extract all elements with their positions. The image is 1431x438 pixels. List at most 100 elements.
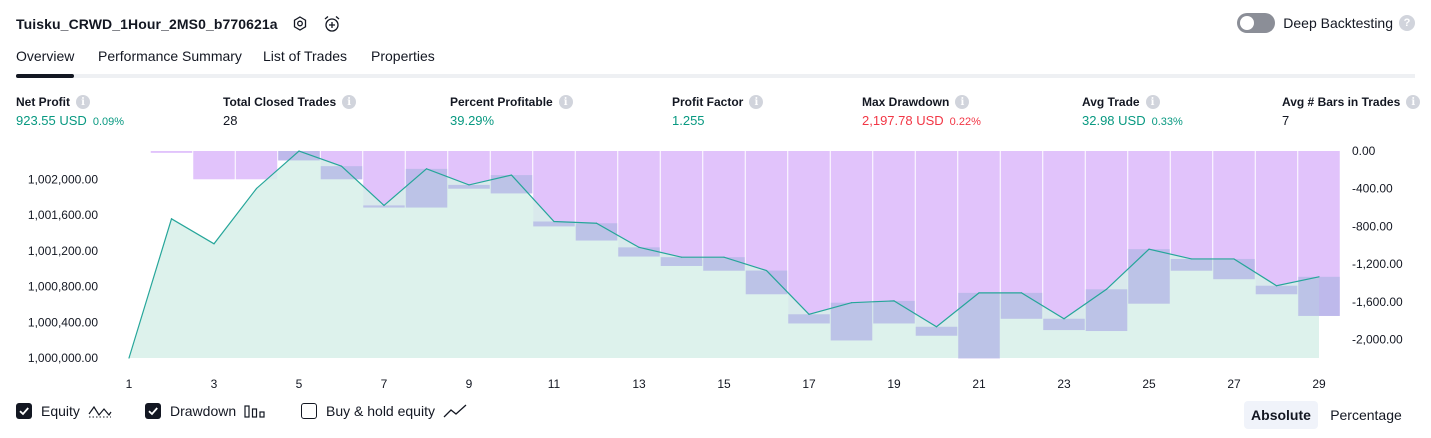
drawdown-overlap	[788, 314, 830, 324]
equity-point	[680, 256, 683, 258]
metric-value: 28	[223, 113, 238, 128]
drawdown-bar	[703, 151, 745, 271]
x-axis-tick: 1	[126, 377, 133, 391]
drawdown-overlap	[745, 270, 788, 295]
drawdown-bar	[788, 151, 830, 324]
equity-point	[1148, 248, 1150, 250]
tab-properties[interactable]: Properties	[371, 48, 435, 74]
drawdown-checkbox[interactable]	[145, 403, 161, 419]
tab-overview[interactable]: Overview	[16, 48, 75, 78]
buy-hold-checkbox[interactable]	[301, 403, 317, 419]
drawdown-overlap	[915, 326, 958, 336]
tab-bar: Overview Performance Summary List of Tra…	[16, 44, 1415, 78]
info-icon[interactable]: i	[955, 95, 970, 109]
drawdown-bar	[915, 151, 958, 336]
info-icon[interactable]: i	[1406, 95, 1421, 109]
equity-point	[978, 292, 980, 294]
equity-point	[128, 357, 130, 359]
equity-point	[255, 187, 258, 190]
equity-point	[1020, 292, 1023, 294]
equity-checkbox[interactable]	[16, 403, 32, 419]
equity-point	[298, 150, 300, 152]
x-axis-tick: 15	[717, 377, 731, 391]
equity-point	[468, 184, 470, 186]
metric-percent: 0.09%	[92, 116, 125, 128]
strategy-title: Tuisku_CRWD_1Hour_2MS0_b770621a	[16, 16, 278, 32]
legend-equity[interactable]: Equity	[16, 403, 112, 419]
x-axis-tick: 23	[1057, 377, 1071, 391]
drawdown-overlap	[618, 247, 660, 257]
x-axis-tick: 7	[381, 377, 388, 391]
equity-point	[383, 204, 385, 207]
drawdown-bar	[1170, 151, 1213, 271]
deep-backtesting: Deep Backtesting ?	[1237, 13, 1415, 33]
metric-profit-factor: Profit Factor i 1.255	[672, 94, 764, 128]
legend-label: Drawdown	[170, 403, 237, 419]
percentage-mode-button[interactable]: Percentage	[1322, 401, 1410, 429]
legend-drawdown[interactable]: Drawdown	[145, 403, 266, 419]
metric-value: 39.29%	[450, 113, 495, 128]
equity-point	[1063, 318, 1065, 320]
x-axis-tick: 9	[466, 377, 473, 391]
right-axis-tick: -1,600.00	[1352, 295, 1403, 309]
x-axis-tick: 13	[632, 377, 646, 391]
x-axis-tick: 27	[1227, 377, 1241, 391]
tab-performance-summary[interactable]: Performance Summary	[98, 48, 242, 74]
metric-label: Avg # Bars in Trades	[1282, 95, 1401, 109]
drawdown-overlap	[1085, 289, 1128, 332]
gear-icon[interactable]	[290, 14, 310, 34]
equity-wave-icon	[88, 403, 112, 419]
info-icon[interactable]: i	[342, 95, 357, 109]
equity-point	[1318, 276, 1320, 278]
metric-percent: 0.22%	[949, 116, 981, 128]
x-axis-tick: 5	[296, 377, 303, 391]
info-icon[interactable]: i	[558, 95, 573, 109]
metric-label: Profit Factor	[672, 95, 744, 109]
equity-point	[425, 168, 428, 170]
drawdown-bar	[1043, 151, 1085, 331]
drawdown-overlap	[1000, 292, 1043, 319]
deep-backtesting-label: Deep Backtesting	[1283, 15, 1393, 31]
drawdown-overlap	[1043, 318, 1085, 331]
equity-point	[1190, 258, 1193, 260]
help-icon[interactable]: ?	[1399, 15, 1415, 31]
equity-point	[808, 313, 810, 315]
left-axis-tick: 1,000,400.00	[28, 315, 98, 329]
deep-backtesting-toggle[interactable]	[1237, 13, 1276, 33]
trend-line-icon	[443, 403, 467, 419]
equity-point	[553, 220, 555, 223]
drawdown-bar	[150, 151, 193, 153]
equity-point	[723, 256, 725, 258]
metric-total-closed-trades: Total Closed Trades i 28	[223, 94, 357, 128]
equity-point	[765, 269, 768, 272]
left-axis-tick: 1,001,200.00	[28, 244, 98, 258]
x-axis-tick: 29	[1312, 377, 1326, 391]
metric-label: Percent Profitable	[450, 95, 553, 109]
metric-max-drawdown: Max Drawdown i 2,197.78 USD 0.22%	[862, 94, 981, 128]
drawdown-bars-icon	[244, 403, 266, 419]
alarm-add-icon[interactable]	[322, 14, 342, 34]
drawdown-overlap	[703, 257, 745, 271]
drawdown-overlap	[320, 166, 363, 180]
info-icon[interactable]: i	[1145, 95, 1160, 109]
drawdown-bar	[1255, 151, 1298, 295]
left-axis-tick: 1,001,600.00	[28, 208, 98, 222]
equity-point	[170, 218, 173, 220]
equity-point	[340, 165, 343, 167]
info-icon[interactable]: i	[76, 95, 90, 109]
right-axis-tick: -800.00	[1352, 219, 1393, 233]
tab-list-of-trades[interactable]: List of Trades	[263, 48, 347, 74]
metric-percent-profitable: Percent Profitable i 39.29%	[450, 94, 573, 128]
equity-drawdown-chart[interactable]: 1,002,000.00 1,001,600.00 1,001,200.00 1,00…	[0, 140, 1431, 395]
legend-buy-hold-equity[interactable]: Buy & hold equity	[301, 403, 467, 419]
metric-percent: 0.33%	[1151, 116, 1183, 128]
absolute-mode-button[interactable]: Absolute	[1244, 401, 1318, 429]
equity-point	[1233, 258, 1235, 260]
metric-label: Max Drawdown	[862, 95, 950, 109]
left-axis-tick: 1,002,000.00	[28, 173, 98, 187]
legend-label: Buy & hold equity	[326, 403, 435, 419]
drawdown-overlap	[660, 257, 703, 266]
info-icon[interactable]: i	[749, 95, 764, 109]
drawdown-overlap	[1213, 258, 1255, 280]
drawdown-overlap	[1170, 258, 1213, 271]
